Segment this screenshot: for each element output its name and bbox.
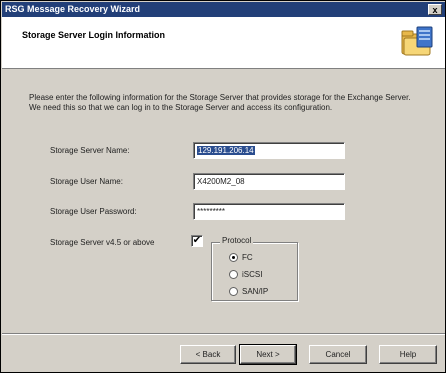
cancel-button[interactable]: Cancel [309,345,367,364]
protocol-option-sanip[interactable]: SAN/IP [229,286,268,297]
protocol-option-fc[interactable]: FC [229,252,253,263]
title-bar[interactable]: RSG Message Recovery Wizard x [2,2,445,17]
password-label: Storage User Password: [50,207,137,216]
protocol-title: Protocol [220,236,254,245]
page-title: Storage Server Login Information [22,30,166,40]
user-name-label: Storage User Name: [50,177,123,186]
help-button[interactable]: Help [379,345,437,364]
intro-text: Please enter the following information f… [29,93,411,112]
wizard-header: Storage Server Login Information [2,17,445,69]
close-icon[interactable]: x [428,4,442,15]
back-button[interactable]: < Back [180,345,236,364]
protocol-option-iscsi[interactable]: iSCSI [229,269,262,280]
password-field[interactable]: ********* [193,203,345,220]
version-label: Storage Server v4.5 or above [50,238,155,247]
user-name-field[interactable]: X4200M2_08 [193,173,345,190]
radio-icon[interactable] [229,270,238,280]
folder-server-icon [401,26,433,56]
footer-divider [2,333,445,335]
radio-icon[interactable] [229,287,238,297]
wizard-window: RSG Message Recovery Wizard x Storage Se… [0,0,446,373]
server-name-label: Storage Server Name: [50,146,130,155]
version-checkbox[interactable]: ✔ [191,235,203,247]
protocol-option-label: SAN/IP [242,287,269,296]
protocol-option-label: iSCSI [242,270,263,279]
server-name-field[interactable]: 129.191.206.14 [193,142,345,159]
window-title: RSG Message Recovery Wizard [5,4,140,14]
protocol-option-label: FC [242,253,253,262]
radio-icon[interactable] [229,253,238,263]
server-name-value: 129.191.206.14 [197,146,255,155]
next-button[interactable]: Next > [239,344,297,365]
